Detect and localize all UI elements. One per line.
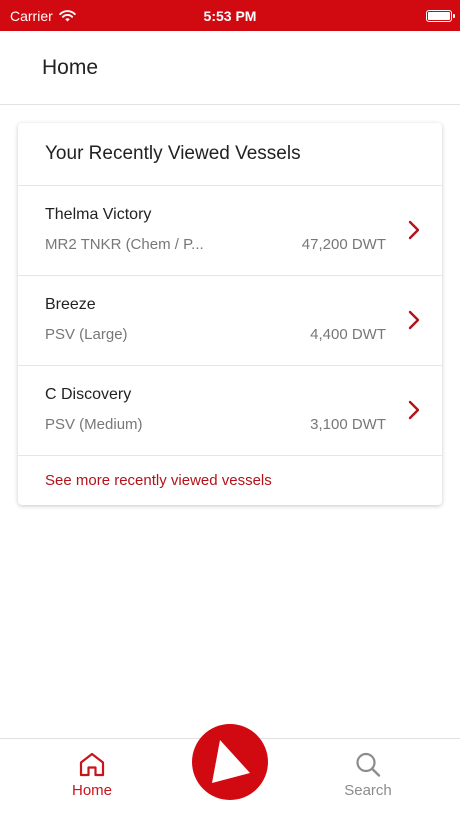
carrier-label: Carrier bbox=[10, 7, 53, 24]
vessel-meta: MR2 TNKR (Chem / P... 47,200 DWT bbox=[45, 236, 386, 253]
center-action-button[interactable] bbox=[192, 724, 268, 800]
search-icon bbox=[356, 752, 381, 777]
wifi-icon bbox=[59, 9, 76, 21]
tab-home-label: Home bbox=[71, 782, 112, 799]
vessel-type: PSV (Medium) bbox=[45, 416, 143, 433]
vessel-row[interactable]: Thelma Victory MR2 TNKR (Chem / P... 47,… bbox=[18, 186, 442, 276]
tab-search[interactable]: Search bbox=[338, 751, 398, 799]
vessel-name: Breeze bbox=[45, 296, 96, 313]
card-title: Your Recently Viewed Vessels bbox=[18, 123, 442, 186]
vessel-dwt: 3,100 DWT bbox=[310, 416, 386, 433]
vessel-type: MR2 TNKR (Chem / P... bbox=[45, 236, 204, 253]
vessel-name: C Discovery bbox=[45, 386, 132, 403]
vessel-row[interactable]: Breeze PSV (Large) 4,400 DWT bbox=[18, 276, 442, 366]
vessel-row[interactable]: C Discovery PSV (Medium) 3,100 DWT bbox=[18, 366, 442, 456]
page-header: Home bbox=[0, 31, 460, 105]
tab-search-label: Search bbox=[344, 782, 392, 799]
vessel-type: PSV (Large) bbox=[45, 326, 128, 343]
see-more-link[interactable]: See more recently viewed vessels bbox=[18, 456, 442, 504]
vessel-dwt: 4,400 DWT bbox=[310, 326, 386, 343]
chevron-right-icon bbox=[408, 220, 420, 240]
tab-home[interactable]: Home bbox=[62, 751, 122, 799]
play-triangle-icon bbox=[212, 740, 250, 783]
battery-icon bbox=[426, 9, 455, 22]
status-bar: Carrier 5:53 PM bbox=[0, 0, 460, 31]
vessel-meta: PSV (Large) 4,400 DWT bbox=[45, 326, 386, 343]
vessel-meta: PSV (Medium) 3,100 DWT bbox=[45, 416, 386, 433]
vessel-dwt: 47,200 DWT bbox=[301, 236, 386, 253]
vessel-name: Thelma Victory bbox=[45, 206, 152, 223]
house-icon bbox=[79, 752, 105, 777]
chevron-right-icon bbox=[408, 400, 420, 420]
recently-viewed-card: Your Recently Viewed Vessels Thelma Vict… bbox=[18, 123, 442, 505]
status-left: Carrier bbox=[10, 8, 76, 24]
chevron-right-icon bbox=[408, 310, 420, 330]
page-title: Home bbox=[42, 55, 99, 79]
